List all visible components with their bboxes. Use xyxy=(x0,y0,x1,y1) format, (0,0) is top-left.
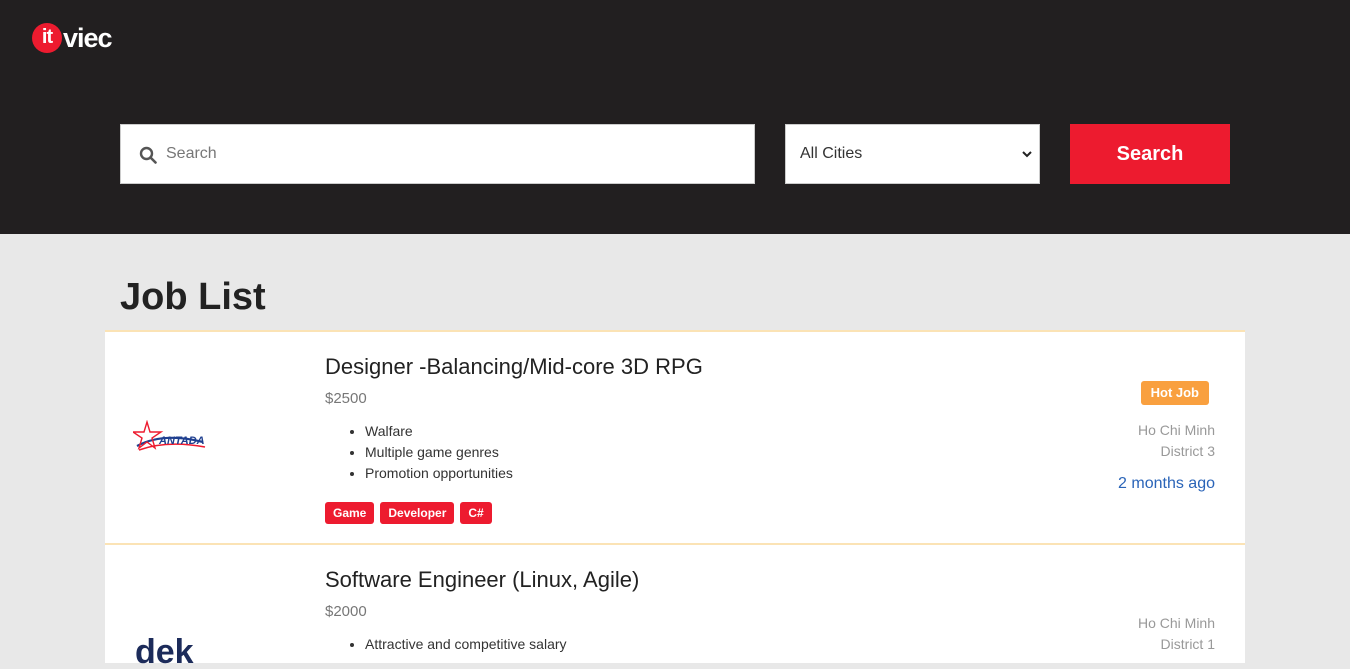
job-city: Ho Chi Minh xyxy=(1137,615,1215,631)
benefit-item: Attractive and competitive salary xyxy=(365,634,567,655)
chevron-down-icon xyxy=(1022,151,1032,158)
job-district: District 3 xyxy=(1160,443,1215,459)
tag-game[interactable]: Game xyxy=(325,502,375,524)
top-header: it viec All Cities Search xyxy=(0,0,1350,234)
logo-it: it xyxy=(32,23,62,53)
skill-tags: Game Developer C# xyxy=(325,502,492,524)
job-card[interactable]: dek Software Engineer (Linux, Agile) $20… xyxy=(105,543,1245,669)
job-salary: $2500 xyxy=(325,390,367,407)
itviec-logo[interactable]: it viec xyxy=(32,22,113,54)
tag-csharp[interactable]: C# xyxy=(460,502,492,524)
job-district: District 1 xyxy=(1160,636,1215,652)
company-logo-antada[interactable]: ANTADA xyxy=(133,420,213,456)
posted-time: 2 months ago xyxy=(1118,475,1215,492)
job-title[interactable]: Software Engineer (Linux, Agile) xyxy=(325,567,639,593)
hot-job-badge: Hot Job xyxy=(1140,381,1209,405)
tag-developer[interactable]: Developer xyxy=(380,502,455,524)
benefit-item: Walfare xyxy=(365,421,513,442)
job-city: Ho Chi Minh xyxy=(1137,422,1215,438)
job-salary: $2000 xyxy=(325,603,367,620)
svg-text:dek: dek xyxy=(135,633,194,669)
search-icon xyxy=(139,146,157,164)
benefits-list: Walfare Multiple game genres Promotion o… xyxy=(365,421,513,484)
svg-text:ANTADA: ANTADA xyxy=(158,435,205,447)
logo-viec: viec xyxy=(63,23,113,53)
job-card[interactable]: ANTADA Designer -Balancing/Mid-core 3D R… xyxy=(105,330,1245,544)
benefit-item: Multiple game genres xyxy=(365,442,513,463)
search-box xyxy=(120,124,755,184)
job-title[interactable]: Designer -Balancing/Mid-core 3D RPG xyxy=(325,354,703,380)
search-button[interactable]: Search xyxy=(1070,124,1230,184)
benefits-list: Attractive and competitive salary xyxy=(365,634,567,655)
page-title: Job List xyxy=(120,276,266,318)
city-select-value: All Cities xyxy=(800,145,863,162)
search-input[interactable] xyxy=(121,125,754,183)
benefit-item: Promotion opportunities xyxy=(365,463,513,484)
company-logo-dek[interactable]: dek xyxy=(133,629,213,669)
city-select[interactable]: All Cities xyxy=(785,124,1040,184)
